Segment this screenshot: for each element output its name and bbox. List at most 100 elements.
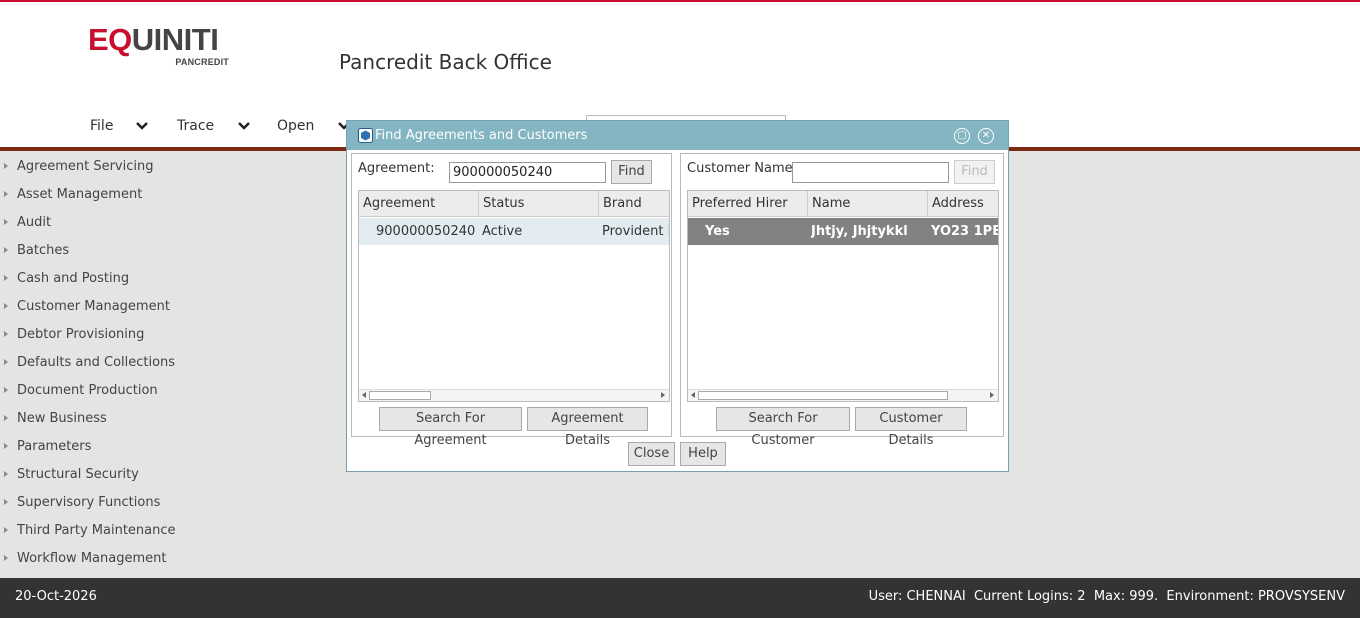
scroll-right-icon[interactable]	[661, 392, 665, 398]
logo-eq: EQ	[88, 22, 132, 57]
scroll-left-icon[interactable]	[691, 392, 695, 398]
scroll-thumb[interactable]	[698, 391, 948, 400]
expand-arrow-icon	[4, 163, 8, 169]
table-row[interactable]: 900000050240 Active Provident N	[359, 218, 670, 245]
expand-arrow-icon	[4, 499, 8, 505]
menu-file[interactable]: File	[90, 118, 149, 134]
cell-brand: Provident N	[602, 224, 670, 239]
expand-arrow-icon	[4, 275, 8, 281]
nav-item-defaults-and-collections[interactable]: Defaults and Collections	[4, 352, 175, 372]
expand-arrow-icon	[4, 415, 8, 421]
nav-item-audit[interactable]: Audit	[4, 212, 51, 232]
menu-trace[interactable]: Trace	[177, 118, 251, 134]
cell-agreement: 900000050240	[376, 224, 476, 239]
agreement-input[interactable]: 900000050240	[449, 162, 606, 183]
nav-item-customer-management[interactable]: Customer Management	[4, 296, 170, 316]
column-header-name[interactable]: Name	[808, 191, 928, 217]
app-title: Pancredit Back Office	[339, 50, 552, 74]
footer-date: 20-Oct-2026	[15, 589, 97, 604]
nav-item-batches[interactable]: Batches	[4, 240, 69, 260]
column-header-preferred-hirer[interactable]: Preferred Hirer	[688, 191, 808, 217]
search-for-agreement-button[interactable]: Search For Agreement	[379, 407, 522, 448]
nav-item-label: Supervisory Functions	[17, 494, 161, 510]
agreement-hscrollbar[interactable]	[359, 389, 669, 401]
nav-item-label: Structural Security	[17, 466, 139, 482]
help-button[interactable]: Help	[680, 442, 726, 466]
expand-arrow-icon	[4, 219, 8, 225]
nav-item-document-production[interactable]: Document Production	[4, 380, 158, 400]
nav-item-debtor-provisioning[interactable]: Debtor Provisioning	[4, 324, 144, 344]
column-header-agreement[interactable]: Agreement	[359, 191, 479, 217]
nav-item-supervisory-functions[interactable]: Supervisory Functions	[4, 492, 160, 512]
scroll-right-icon[interactable]	[990, 392, 994, 398]
agreement-label: Agreement:	[358, 161, 435, 176]
nav-item-label: Customer Management	[17, 298, 170, 314]
nav-item-parameters[interactable]: Parameters	[4, 436, 91, 456]
customer-name-label: Customer Name:	[687, 161, 798, 176]
column-header-address[interactable]: Address	[928, 191, 998, 217]
nav-item-label: Agreement Servicing	[17, 158, 154, 174]
customer-hscrollbar[interactable]	[688, 389, 998, 401]
close-icon[interactable]: ✕	[978, 128, 994, 144]
customer-grid: Preferred Hirer Name Address Yes Jhtjy, …	[687, 190, 999, 402]
logo-subtitle: PANCREDIT	[175, 57, 229, 67]
expand-arrow-icon	[4, 471, 8, 477]
status-bar: 20-Oct-2026 User: CHENNAI Current Logins…	[0, 578, 1360, 618]
maximize-icon[interactable]: ▢	[954, 128, 970, 144]
nav-item-agreement-servicing[interactable]: Agreement Servicing	[4, 156, 153, 176]
cell-address: YO23 1PE 3	[931, 224, 999, 239]
expand-arrow-icon	[4, 555, 8, 561]
cell-status: Active	[482, 224, 523, 239]
nav-item-label: Cash and Posting	[17, 270, 130, 286]
customer-details-button[interactable]: Customer Details	[855, 407, 967, 448]
customer-name-input[interactable]	[792, 162, 949, 183]
chevron-down-icon	[136, 122, 149, 130]
nav-item-label: Parameters	[17, 438, 92, 454]
customer-find-button[interactable]: Find	[954, 160, 995, 184]
logo-rest: UINITI	[131, 22, 219, 57]
customer-panel: Customer Name: Find Preferred Hirer Name…	[680, 153, 1004, 448]
nav-item-third-party-maintenance[interactable]: Third Party Maintenance	[4, 520, 176, 540]
close-button[interactable]: Close	[628, 442, 675, 466]
nav-item-label: Workflow Management	[17, 550, 167, 566]
nav-item-new-business[interactable]: New Business	[4, 408, 107, 428]
menu-open[interactable]: Open	[277, 118, 351, 134]
agreement-details-button[interactable]: Agreement Details	[527, 407, 648, 448]
expand-arrow-icon	[4, 359, 8, 365]
nav-item-structural-security[interactable]: Structural Security	[4, 464, 139, 484]
menu-trace-label: Trace	[177, 118, 215, 134]
cell-preferred-hirer: Yes	[705, 224, 730, 239]
dialog-titlebar[interactable]: Find Agreements and Customers ▢ ✕	[347, 121, 1008, 150]
expand-arrow-icon	[4, 387, 8, 393]
nav-item-label: Defaults and Collections	[17, 354, 176, 370]
nav-item-workflow-management[interactable]: Workflow Management	[4, 548, 166, 568]
nav-item-label: Third Party Maintenance	[17, 522, 176, 538]
chevron-down-icon	[238, 122, 251, 130]
scroll-left-icon[interactable]	[362, 392, 366, 398]
nav-item-label: Audit	[17, 214, 52, 230]
column-header-brand[interactable]: Brand	[599, 191, 669, 217]
scroll-thumb[interactable]	[369, 391, 431, 400]
nav-item-cash-and-posting[interactable]: Cash and Posting	[4, 268, 129, 288]
agreement-grid: Agreement Status Brand 900000050240 Acti…	[358, 190, 670, 402]
nav-item-label: Asset Management	[17, 186, 143, 202]
table-row[interactable]: Yes Jhtjy, Jhjtykkl YO23 1PE 3	[688, 218, 999, 245]
nav-item-label: New Business	[17, 410, 107, 426]
nav-item-asset-management[interactable]: Asset Management	[4, 184, 142, 204]
expand-arrow-icon	[4, 191, 8, 197]
find-agreements-dialog: Find Agreements and Customers ▢ ✕ Agreem…	[346, 120, 1009, 472]
expand-arrow-icon	[4, 303, 8, 309]
menu-file-label: File	[90, 118, 114, 134]
equiniti-logo: EQUINITI PANCREDIT	[88, 24, 238, 67]
expand-arrow-icon	[4, 331, 8, 337]
footer-session-info: User: CHENNAI Current Logins: 2 Max: 999…	[868, 589, 1345, 604]
agreement-panel: Agreement: 900000050240 Find Agreement S…	[351, 153, 672, 448]
search-for-customer-button[interactable]: Search For Customer	[716, 407, 850, 448]
agreement-find-button[interactable]: Find	[611, 160, 652, 184]
expand-arrow-icon	[4, 247, 8, 253]
expand-arrow-icon	[4, 443, 8, 449]
column-header-status[interactable]: Status	[479, 191, 599, 217]
cell-name: Jhtjy, Jhjtykkl	[811, 224, 908, 239]
dialog-title: Find Agreements and Customers	[375, 128, 588, 143]
nav-item-label: Debtor Provisioning	[17, 326, 145, 342]
